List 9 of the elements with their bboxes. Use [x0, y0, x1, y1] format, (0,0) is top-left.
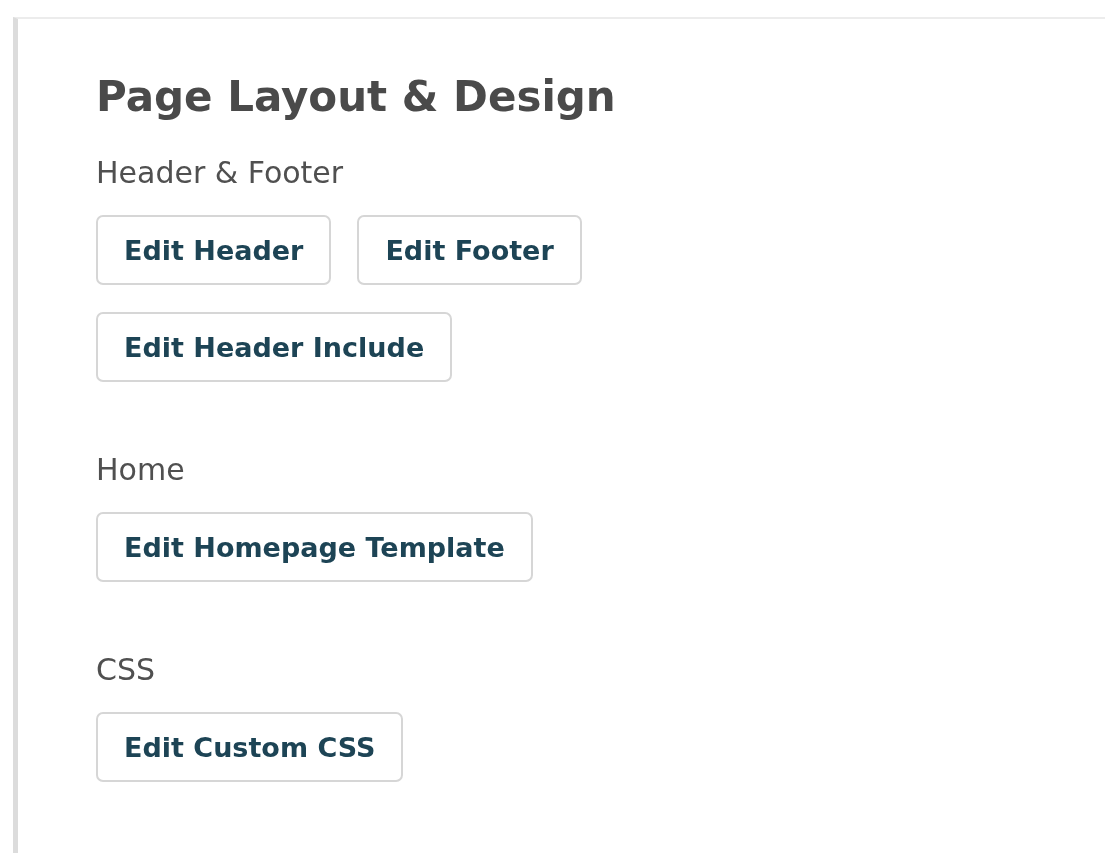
edit-button[interactable]: Edit Footer	[357, 215, 582, 285]
edit-button[interactable]: Edit Header Include	[96, 312, 453, 382]
section-label: Home	[96, 451, 185, 489]
edit-button[interactable]: Edit Custom CSS	[96, 712, 404, 782]
section-label: CSS	[96, 651, 156, 689]
page-title: Page Layout & Design	[96, 71, 617, 123]
edit-button[interactable]: Edit Homepage Template	[96, 512, 533, 582]
section-label: Header & Footer	[96, 154, 344, 192]
edit-button[interactable]: Edit Header	[96, 215, 332, 285]
